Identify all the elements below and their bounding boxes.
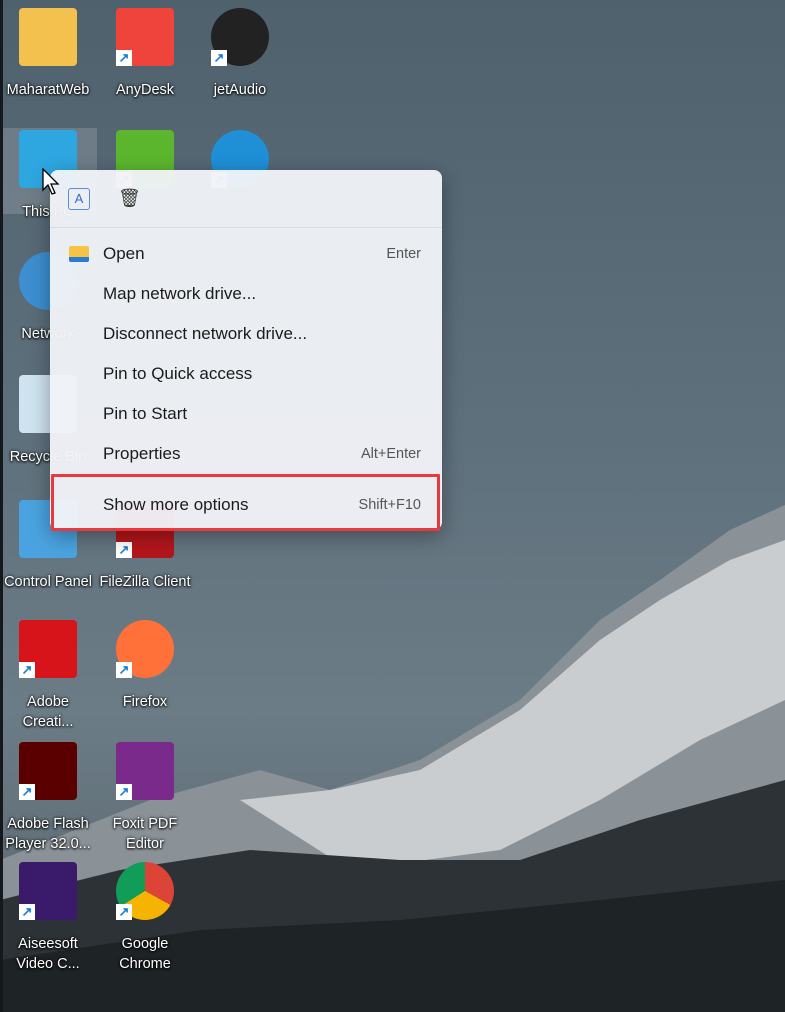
desktop-icon-label: Control Panel xyxy=(4,574,92,590)
menu-item-pin-to-start[interactable]: Pin to Start xyxy=(50,394,442,434)
chrome-icon: ↗ xyxy=(116,862,174,920)
desktop-icon-label: MaharatWeb xyxy=(6,82,90,98)
desktop-icon-label: Google Chrome xyxy=(119,936,171,972)
desktop-icon-label: FileZilla Client xyxy=(99,574,191,590)
shortcut-arrow-icon: ↗ xyxy=(19,662,35,678)
aiseesoft-icon: ↗ xyxy=(19,862,77,920)
menu-item-open[interactable]: Open Enter xyxy=(50,234,442,274)
menu-item-label: Open xyxy=(103,244,145,263)
menu-item-properties[interactable]: Properties Alt+Enter xyxy=(50,434,442,474)
desktop-icon[interactable]: ↗ Firefox xyxy=(97,620,193,712)
highlight-box xyxy=(51,474,440,531)
menu-item-pin-to-quick-access[interactable]: Pin to Quick access xyxy=(50,354,442,394)
rename-icon[interactable]: A xyxy=(68,188,90,210)
jetaudio-icon: ↗ xyxy=(211,8,269,66)
menu-item-label: Map network drive... xyxy=(103,284,257,303)
anydesk-icon: ↗ xyxy=(116,8,174,66)
shortcut-arrow-icon: ↗ xyxy=(116,784,132,800)
desktop-icon[interactable]: ↗ Foxit PDF Editor xyxy=(97,742,193,854)
shortcut-arrow-icon: ↗ xyxy=(19,904,35,920)
menu-item-label: Disconnect network drive... xyxy=(103,324,308,343)
desktop-icon-label: AnyDesk xyxy=(115,82,175,98)
shortcut-arrow-icon: ↗ xyxy=(116,662,132,678)
shortcut-arrow-icon: ↗ xyxy=(116,50,132,66)
desktop-icon[interactable]: ↗ Aiseesoft Video C... xyxy=(0,862,96,974)
desktop-icon[interactable]: ↗ jetAudio xyxy=(192,8,288,100)
foxit-icon: ↗ xyxy=(116,742,174,800)
menu-item-label: Pin to Start xyxy=(103,404,188,423)
desktop-icon-label: Firefox xyxy=(122,694,168,710)
desktop-icon-label: Adobe Flash Player 32.0... xyxy=(5,816,91,852)
menu-item-map-network-drive[interactable]: Map network drive... xyxy=(50,274,442,314)
menu-item-label: Properties xyxy=(103,444,181,463)
menu-item-shortcut: Enter xyxy=(386,246,421,262)
menu-item-shortcut: Alt+Enter xyxy=(360,446,421,462)
shortcut-arrow-icon: ↗ xyxy=(116,904,132,920)
desktop-icon-label: Adobe Creati... xyxy=(22,694,74,730)
menu-item-disconnect-network-drive[interactable]: Disconnect network drive... xyxy=(50,314,442,354)
desktop-icon-label: Aiseesoft Video C... xyxy=(16,936,80,972)
desktop-icon[interactable]: ↗ Adobe Creati... xyxy=(0,620,96,732)
shortcut-arrow-icon: ↗ xyxy=(116,542,132,558)
desktop-icon-label: jetAudio xyxy=(213,82,267,98)
firefox-icon: ↗ xyxy=(116,620,174,678)
desktop-icon[interactable]: MaharatWeb xyxy=(0,8,96,100)
context-menu-toolbar: A 🗑 xyxy=(50,170,442,228)
desktop-icon[interactable]: ↗ Google Chrome xyxy=(97,862,193,974)
menu-item-label: Pin to Quick access xyxy=(103,364,253,383)
trash-icon[interactable]: 🗑 xyxy=(118,188,141,210)
shortcut-arrow-icon: ↗ xyxy=(211,50,227,66)
mouse-cursor-icon xyxy=(42,168,60,195)
adobe-cc-icon: ↗ xyxy=(19,620,77,678)
desktop-icon-label: Foxit PDF Editor xyxy=(112,816,178,852)
context-menu: A 🗑 Open Enter Map network drive... Disconn… xyxy=(50,170,442,531)
desktop-icon[interactable]: ↗ AnyDesk xyxy=(97,8,193,100)
flash-icon: ↗ xyxy=(19,742,77,800)
desktop-icon[interactable]: ↗ Adobe Flash Player 32.0... xyxy=(0,742,96,854)
shortcut-arrow-icon: ↗ xyxy=(19,784,35,800)
user-folder-icon xyxy=(19,8,77,66)
folder-icon xyxy=(69,246,89,262)
